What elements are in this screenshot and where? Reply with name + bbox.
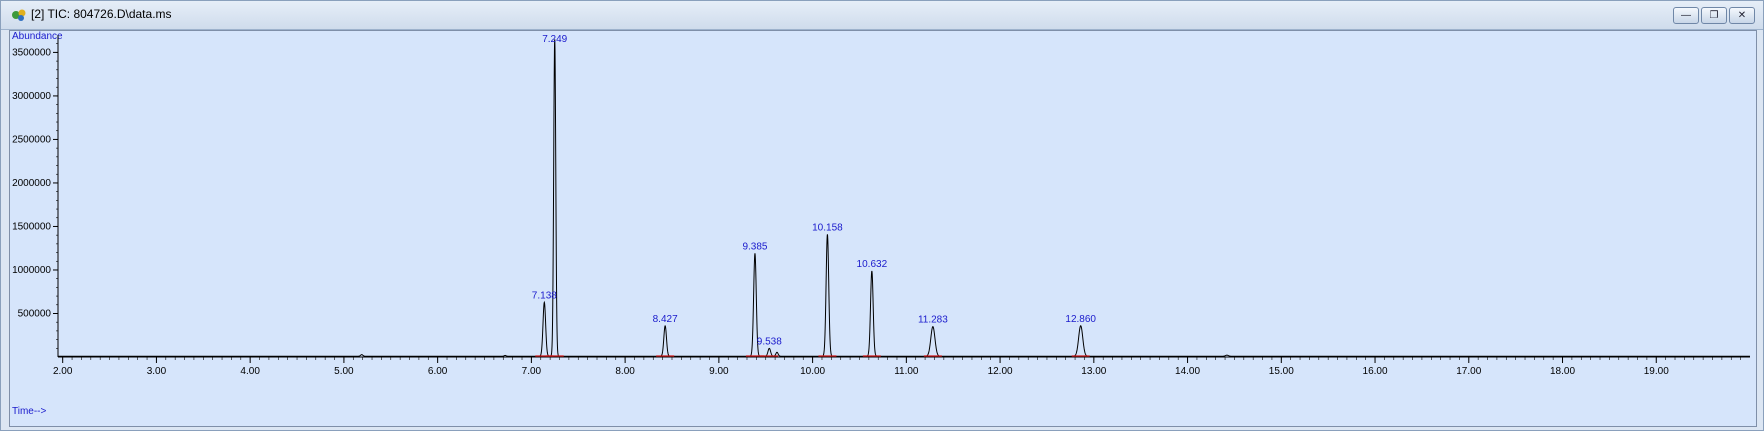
x-tick-label: 16.00 xyxy=(1363,366,1388,377)
x-tick-label: 13.00 xyxy=(1081,366,1106,377)
y-axis-label: Abundance xyxy=(12,31,63,42)
y-tick-label: 1500000 xyxy=(12,221,51,232)
x-tick-label: 9.00 xyxy=(709,366,729,377)
tic-chromatogram-chart: Abundance Time--> 2.00 3.00 4.00 5.00 6.00 7.… xyxy=(12,31,1750,417)
peak-label: 12.860 xyxy=(1065,314,1096,325)
y-tick-label: 1000000 xyxy=(12,265,51,276)
peak-label: 11.283 xyxy=(918,315,948,326)
x-tick-label: 5.00 xyxy=(334,366,354,377)
x-tick-label: 12.00 xyxy=(988,366,1013,377)
x-axis-label: Time--> xyxy=(12,406,47,417)
peak-label: 10.632 xyxy=(857,259,888,270)
tic-trace xyxy=(58,39,1750,357)
x-tick-label: 2.00 xyxy=(53,366,73,377)
restore-icon: ❐ xyxy=(1709,10,1719,21)
y-tick-label: 2000000 xyxy=(12,178,51,189)
close-button[interactable]: ✕ xyxy=(1729,7,1755,24)
x-tick-label: 19.00 xyxy=(1644,366,1669,377)
title-bar[interactable]: [2] TIC: 804726.D\data.ms — ❐ ✕ xyxy=(1,1,1763,30)
y-tick-label: 500000 xyxy=(18,308,52,319)
x-tick-label: 8.00 xyxy=(615,366,635,377)
x-tick-label: 18.00 xyxy=(1550,366,1575,377)
x-tick-label: 3.00 xyxy=(147,366,167,377)
close-icon: ✕ xyxy=(1737,10,1747,21)
x-tick-label: 4.00 xyxy=(240,366,260,377)
peak-label: 9.385 xyxy=(742,242,767,253)
y-tick-label: 3000000 xyxy=(12,91,51,102)
chromatogram-plot-area[interactable]: Abundance Time--> 2.00 3.00 4.00 5.00 6.00 7.… xyxy=(9,30,1757,427)
y-tick-label: 2500000 xyxy=(12,134,51,145)
peak-label: 7.249 xyxy=(542,34,567,45)
minimize-icon: — xyxy=(1681,10,1691,21)
x-tick-label: 14.00 xyxy=(1175,366,1200,377)
restore-button[interactable]: ❐ xyxy=(1701,7,1727,24)
peak-label: 9.538 xyxy=(757,336,782,347)
peak-label: 7.138 xyxy=(532,290,557,301)
chromatogram-app-icon xyxy=(12,9,26,21)
x-tick-label: 15.00 xyxy=(1269,366,1294,377)
x-tick-label: 7.00 xyxy=(522,366,542,377)
x-tick-label: 10.00 xyxy=(800,366,825,377)
peak-labels: 7.138 7.249 8.427 9.385 9.538 10.158 10.632 11.… xyxy=(532,34,1097,347)
minimize-button[interactable]: — xyxy=(1673,7,1699,24)
x-tick-label: 6.00 xyxy=(428,366,448,377)
y-tick-label: 3500000 xyxy=(12,47,51,58)
axes: 2.00 3.00 4.00 5.00 6.00 7.00 8.00 9.00 10.00 11.… xyxy=(12,35,1750,377)
x-tick-label: 17.00 xyxy=(1456,366,1481,377)
peak-label: 10.158 xyxy=(812,222,843,233)
x-tick-label: 11.00 xyxy=(894,366,919,377)
tic-trace-line xyxy=(58,39,1750,357)
chromatogram-window: [2] TIC: 804726.D\data.ms — ❐ ✕ Abundanc… xyxy=(0,0,1764,431)
window-title: [2] TIC: 804726.D\data.ms xyxy=(31,7,172,21)
peak-label: 8.427 xyxy=(653,314,678,325)
